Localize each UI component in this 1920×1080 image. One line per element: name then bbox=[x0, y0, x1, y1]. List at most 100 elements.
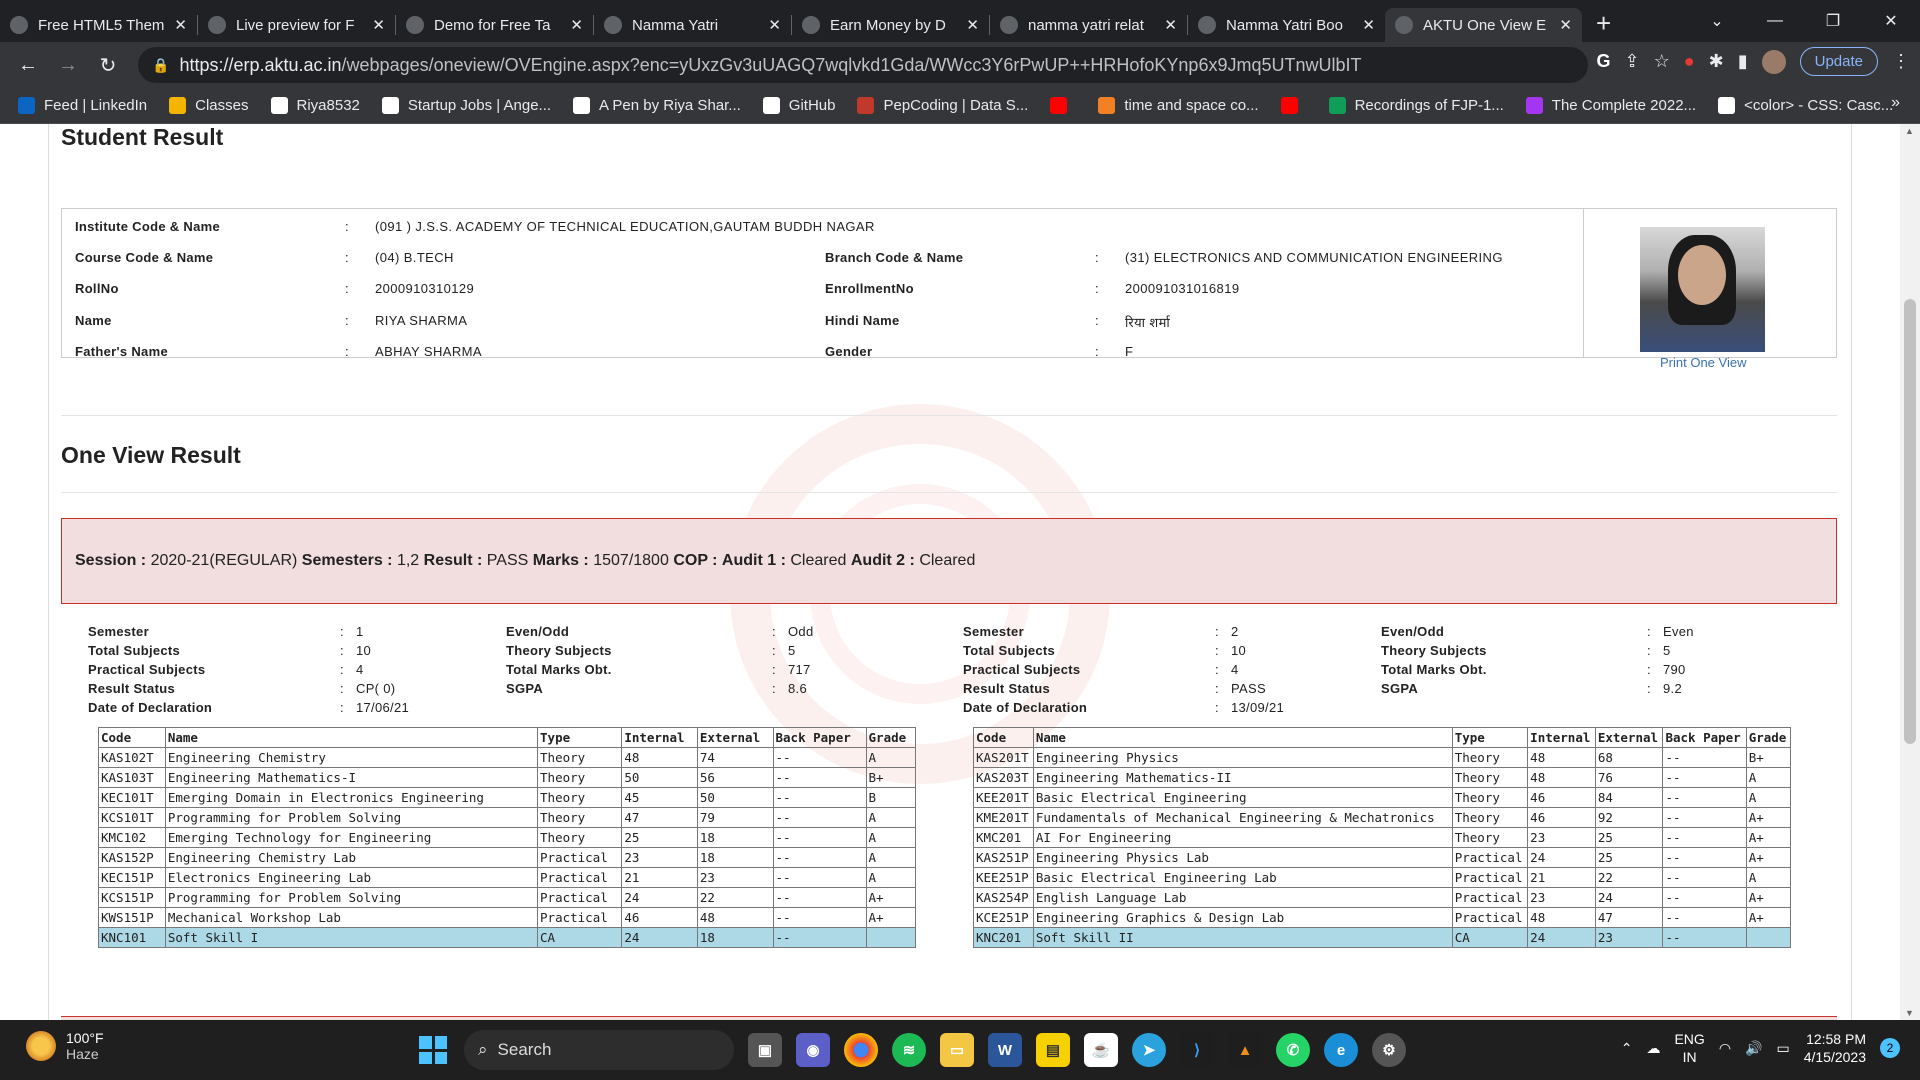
bookmark-item[interactable]: Recordings of FJP-1... bbox=[1328, 97, 1504, 114]
rollno-row: RollNo:2000910310129 bbox=[75, 281, 475, 296]
browser-tab[interactable]: Namma Yatri ✕ bbox=[594, 8, 791, 42]
browser-tab[interactable]: Demo for Free Ta ✕ bbox=[396, 8, 593, 42]
page-scrollbar[interactable]: ▲ ▼ bbox=[1900, 124, 1920, 1020]
close-tab-icon[interactable]: ✕ bbox=[372, 16, 385, 34]
taskbar-search[interactable]: ⌕ Search bbox=[464, 1030, 734, 1070]
telegram-icon[interactable]: ➤ bbox=[1132, 1033, 1166, 1067]
whatsapp-icon[interactable]: ✆ bbox=[1276, 1033, 1310, 1067]
bookmark-item[interactable]: Riya8532 bbox=[270, 97, 360, 114]
close-window-icon[interactable]: ✕ bbox=[1862, 11, 1920, 31]
bookmark-star-icon[interactable]: ☆ bbox=[1654, 51, 1670, 72]
page-viewport: Student Result Institute Code & Name: (09… bbox=[0, 124, 1900, 1020]
close-tab-icon[interactable]: ✕ bbox=[174, 16, 187, 34]
column-header: Grade bbox=[1745, 727, 1792, 748]
share-icon[interactable]: ⇪ bbox=[1625, 51, 1640, 72]
spotify-icon[interactable]: ≋ bbox=[892, 1033, 926, 1067]
bookmark-item[interactable]: Startup Jobs | Ange... bbox=[381, 97, 551, 114]
table-cell: Mechanical Workshop Lab bbox=[164, 907, 539, 928]
forward-icon[interactable]: → bbox=[48, 54, 88, 77]
language-indicator[interactable]: ENG IN bbox=[1674, 1030, 1704, 1066]
new-tab-icon[interactable]: + bbox=[1596, 8, 1611, 39]
table-cell: A bbox=[865, 747, 917, 768]
tab-title: Free HTML5 Them bbox=[38, 16, 165, 34]
update-button[interactable]: Update bbox=[1799, 47, 1878, 76]
browser-tab[interactable]: Live preview for F ✕ bbox=[198, 8, 395, 42]
scrollbar-thumb[interactable] bbox=[1904, 299, 1916, 744]
volume-icon[interactable]: 🔊 bbox=[1745, 1040, 1762, 1057]
bookmark-item[interactable]: time and space co... bbox=[1098, 97, 1259, 114]
extensions-puzzle-icon[interactable]: ✱ bbox=[1709, 51, 1724, 72]
chrome-icon[interactable] bbox=[844, 1033, 878, 1067]
bookmark-item[interactable]: The Complete 2022... bbox=[1525, 97, 1696, 114]
address-bar[interactable]: 🔒 https://erp.aktu.ac.in/webpages/onevie… bbox=[138, 47, 1588, 83]
bookmark-item[interactable]: GitHub bbox=[762, 97, 835, 114]
close-tab-icon[interactable]: ✕ bbox=[768, 16, 781, 34]
weather-widget[interactable]: 100°F Haze bbox=[26, 1030, 104, 1062]
table-cell: 45 bbox=[621, 787, 698, 808]
bookmark-item[interactable]: Feed | LinkedIn bbox=[18, 97, 147, 114]
settings-gear-icon[interactable]: ⚙ bbox=[1372, 1033, 1406, 1067]
bookmark-item[interactable]: PepCoding | Data S... bbox=[857, 97, 1028, 114]
theme-icon bbox=[10, 16, 28, 34]
table-cell: 25 bbox=[1594, 827, 1664, 848]
edge-icon[interactable]: e bbox=[1324, 1033, 1358, 1067]
file-explorer-icon[interactable]: ▭ bbox=[940, 1033, 974, 1067]
close-tab-icon[interactable]: ✕ bbox=[1559, 16, 1572, 34]
bookmarks-overflow-icon[interactable]: » bbox=[1891, 94, 1900, 112]
column-header: Internal bbox=[621, 727, 698, 748]
task-view-icon[interactable]: ▣ bbox=[748, 1033, 782, 1067]
browser-tab[interactable]: AKTU One View E ✕ bbox=[1385, 8, 1582, 42]
profile-avatar[interactable] bbox=[1761, 49, 1786, 74]
wifi-icon[interactable]: ◠ bbox=[1719, 1040, 1731, 1057]
side-panel-icon[interactable]: ▮ bbox=[1738, 51, 1748, 72]
onedrive-cloud-icon[interactable]: ☁ bbox=[1646, 1040, 1660, 1057]
table-cell: -- bbox=[1662, 907, 1747, 928]
reload-icon[interactable]: ↻ bbox=[88, 53, 128, 78]
show-hidden-icons-icon[interactable]: ⌃ bbox=[1621, 1040, 1633, 1057]
bookmark-item[interactable] bbox=[1050, 97, 1076, 114]
table-cell: Practical bbox=[537, 847, 623, 868]
minimize-icon[interactable]: — bbox=[1746, 12, 1804, 30]
restore-icon[interactable]: ❐ bbox=[1804, 11, 1862, 31]
print-one-view-link[interactable]: Print One View bbox=[1660, 355, 1746, 370]
vlc-icon[interactable]: ▲ bbox=[1228, 1033, 1262, 1067]
menu-kebab-icon[interactable]: ⋮ bbox=[1892, 51, 1910, 72]
table-row: KAS251P Engineering Physics Lab Practical 2… bbox=[973, 847, 1792, 868]
close-tab-icon[interactable]: ✕ bbox=[570, 16, 583, 34]
table-row: KEC101T Emerging Domain in Electronics En… bbox=[98, 787, 917, 808]
java-icon[interactable]: ☕ bbox=[1084, 1033, 1118, 1067]
tab-title: Namma Yatri bbox=[632, 16, 719, 34]
extension-red-icon[interactable]: ● bbox=[1684, 51, 1695, 72]
battery-icon[interactable]: ▭ bbox=[1776, 1040, 1789, 1057]
clock[interactable]: 12:58 PM 4/15/2023 bbox=[1804, 1030, 1866, 1066]
browser-tab[interactable]: Free HTML5 Them ✕ bbox=[0, 8, 197, 42]
browser-tab[interactable]: namma yatri relat ✕ bbox=[990, 8, 1187, 42]
close-tab-icon[interactable]: ✕ bbox=[966, 16, 979, 34]
bookmark-item[interactable]: <color> - CSS: Casc... bbox=[1718, 97, 1893, 114]
lock-icon[interactable]: 🔒 bbox=[152, 57, 169, 74]
table-cell: 22 bbox=[1594, 867, 1664, 888]
word-icon[interactable]: W bbox=[988, 1033, 1022, 1067]
close-tab-icon[interactable]: ✕ bbox=[1164, 16, 1177, 34]
bookmark-item[interactable] bbox=[1280, 97, 1307, 114]
table-cell: Engineering Mathematics-I bbox=[164, 767, 539, 788]
close-tab-icon[interactable]: ✕ bbox=[1362, 16, 1375, 34]
table-cell: 47 bbox=[621, 807, 698, 828]
vscode-icon[interactable]: ⟩ bbox=[1180, 1033, 1214, 1067]
windows-start-icon[interactable] bbox=[416, 1033, 450, 1067]
linkedin-icon bbox=[18, 97, 35, 114]
table-cell: Practical bbox=[1451, 887, 1529, 908]
bookmark-item[interactable]: Classes bbox=[169, 97, 249, 114]
teams-chat-icon[interactable]: ◉ bbox=[796, 1033, 830, 1067]
bookmark-item[interactable]: A Pen by Riya Shar... bbox=[573, 97, 741, 114]
tab-search-icon[interactable]: ⌄ bbox=[1688, 11, 1746, 31]
browser-tab[interactable]: Namma Yatri Boo ✕ bbox=[1188, 8, 1385, 42]
table-cell: KNC201 bbox=[973, 927, 1034, 948]
table-cell: Engineering Physics Lab bbox=[1032, 847, 1453, 868]
notification-badge[interactable]: 2 bbox=[1880, 1038, 1900, 1058]
google-lens-icon[interactable]: G bbox=[1597, 51, 1611, 72]
browser-tab[interactable]: Earn Money by D ✕ bbox=[792, 8, 989, 42]
institute-value: (091 ) J.S.S. ACADEMY OF TECHNICAL EDUCA… bbox=[375, 219, 875, 234]
sticky-notes-icon[interactable]: ▤ bbox=[1036, 1033, 1070, 1067]
back-icon[interactable]: ← bbox=[8, 54, 48, 77]
